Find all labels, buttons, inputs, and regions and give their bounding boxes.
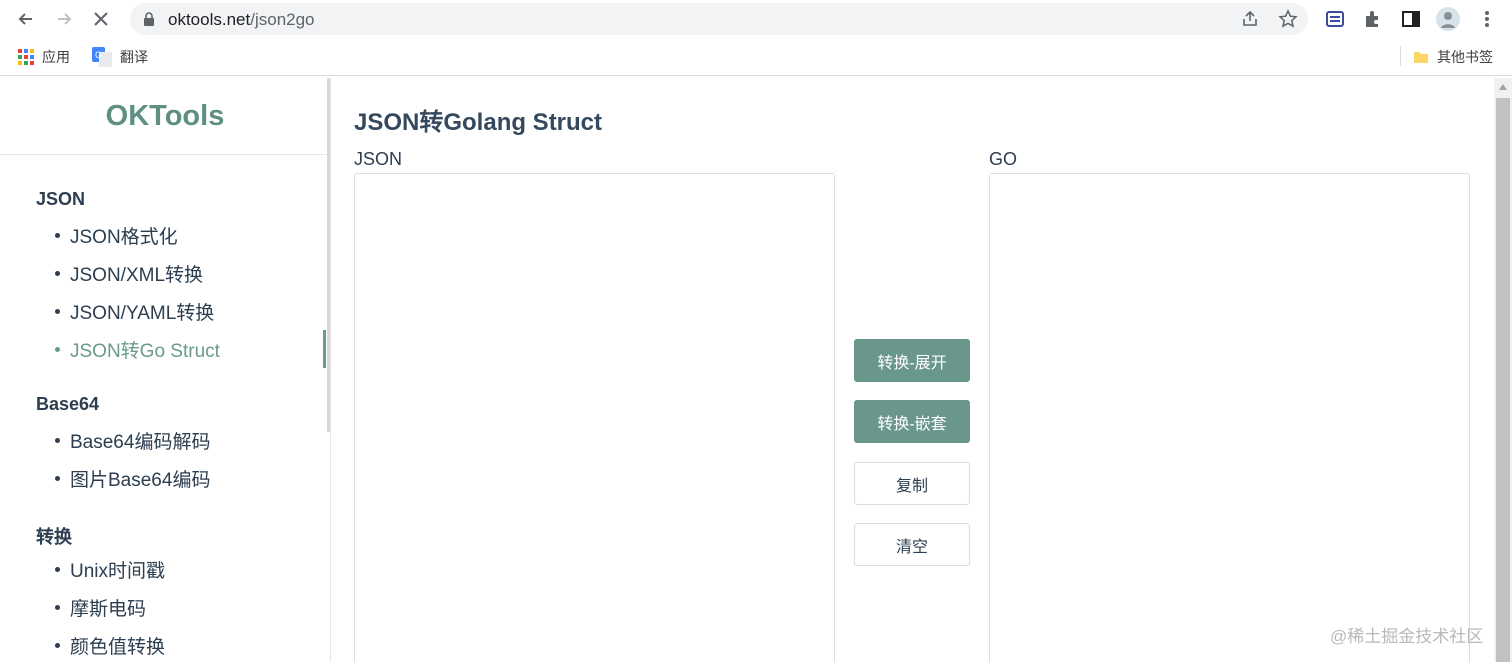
menu-list-base64: Base64编码解码 图片Base64编码 [36, 421, 330, 497]
menu-list-convert: Unix时间戳 摩斯电码 颜色值转换 [36, 550, 330, 662]
url-host: oktools.net [168, 10, 251, 29]
sidebar-item-label: Base64编码解码 [70, 431, 211, 453]
sidebar-item-label: JSON格式化 [70, 226, 178, 248]
sidebar-item-json-xml[interactable]: JSON/XML转换 [0, 254, 330, 292]
page-scrollbar[interactable] [1494, 78, 1512, 662]
profile-avatar[interactable] [1436, 7, 1460, 31]
watermark: @稀土掘金技术社区 [1330, 627, 1484, 646]
bullet [55, 605, 60, 610]
bullet [55, 476, 60, 481]
copy-button[interactable]: 复制 [854, 462, 970, 505]
menu-group-base64: Base64 [36, 394, 100, 414]
sidebar-item-json-go-struct[interactable]: JSON转Go Struct [0, 330, 330, 368]
lock-icon [144, 12, 154, 26]
google-translate-icon: G [92, 47, 112, 67]
sidebar-item-label: 颜色值转换 [70, 636, 166, 658]
menu-list-json: JSON格式化 JSON/XML转换 JSON/YAML转换 JSON转Go S… [36, 216, 330, 368]
bookmark-label: 其他书签 [1437, 49, 1493, 65]
apps-grid-icon [18, 49, 34, 65]
main-content: JSON转Golang Struct JSON 转换-展开 转换-嵌套 复制 清… [331, 78, 1493, 662]
back-button[interactable] [13, 6, 39, 32]
sidebar: OKTools JSON JSON格式化 JSON/XML转换 JSON/YAM… [0, 78, 331, 662]
bullet [55, 309, 60, 314]
svg-text:G: G [95, 50, 102, 60]
bullet [55, 233, 60, 238]
bookmark-apps[interactable]: 应用 [18, 46, 70, 68]
browser-toolbar: oktools.net/json2go [0, 0, 1512, 38]
star-icon[interactable] [1278, 9, 1298, 29]
bullet [55, 567, 60, 572]
folder-icon [1414, 52, 1428, 63]
extensions-puzzle-icon[interactable] [1361, 7, 1385, 31]
go-output[interactable] [989, 173, 1470, 662]
reading-list-icon[interactable] [1323, 7, 1347, 31]
logo-area: OKTools [0, 78, 330, 155]
go-label: GO [989, 149, 1018, 169]
bookmark-label: 翻译 [120, 49, 148, 65]
convert-nested-button[interactable]: 转换-嵌套 [854, 400, 970, 443]
sidebar-item-json-format[interactable]: JSON格式化 [0, 216, 330, 254]
scroll-up-arrow-icon[interactable] [1499, 84, 1507, 90]
sidebar-item-base64-codec[interactable]: Base64编码解码 [0, 421, 330, 459]
sidebar-item-label: JSON转Go Struct [70, 340, 220, 362]
arrow-left-icon [18, 13, 32, 25]
site-logo[interactable]: OKTools [106, 100, 225, 133]
side-panel-icon[interactable] [1399, 7, 1423, 31]
sidebar-scrollbar[interactable] [327, 78, 330, 432]
sidebar-item-color-convert[interactable]: 颜色值转换 [0, 626, 330, 662]
json-label: JSON [354, 149, 403, 169]
json-input[interactable] [354, 173, 835, 662]
sidebar-item-image-base64[interactable]: 图片Base64编码 [0, 459, 330, 497]
sidebar-item-label: JSON/YAML转换 [70, 302, 215, 324]
convert-expand-button[interactable]: 转换-展开 [854, 339, 970, 382]
bookmark-other[interactable]: 其他书签 [1413, 46, 1493, 68]
bookmarks-bar: 应用 G 翻译 其他书签 [0, 38, 1512, 76]
sidebar-item-label: 图片Base64编码 [70, 469, 211, 491]
page-title: JSON转Golang Struct [354, 109, 603, 136]
scrollbar-thumb[interactable] [1496, 98, 1510, 662]
menu-group-json: JSON [36, 189, 86, 209]
bullet [55, 438, 60, 443]
bullet [55, 643, 60, 648]
more-menu-icon[interactable] [1475, 7, 1499, 31]
address-bar[interactable]: oktools.net/json2go [130, 3, 1308, 35]
sidebar-item-label: 摩斯电码 [70, 598, 147, 620]
menu-group-convert: 转换 [36, 527, 72, 547]
forward-button[interactable] [51, 6, 77, 32]
clear-button[interactable]: 清空 [854, 523, 970, 566]
sidebar-item-unix-timestamp[interactable]: Unix时间戳 [0, 550, 330, 588]
sidebar-item-morse-code[interactable]: 摩斯电码 [0, 588, 330, 626]
share-icon[interactable] [1240, 9, 1260, 29]
sidebar-item-label: JSON/XML转换 [70, 264, 204, 286]
sidebar-menu: JSON JSON格式化 JSON/XML转换 JSON/YAML转换 JSON… [0, 189, 330, 662]
sidebar-item-label: Unix时间戳 [70, 560, 166, 582]
bullet [55, 271, 60, 276]
bookmark-label: 应用 [42, 49, 70, 65]
bookmarks-separator [1400, 46, 1401, 66]
stop-loading-button[interactable] [88, 6, 114, 32]
url-text: oktools.net/json2go [168, 10, 315, 30]
close-icon [94, 12, 108, 26]
sidebar-item-json-yaml[interactable]: JSON/YAML转换 [0, 292, 330, 330]
bookmark-translate[interactable]: G 翻译 [92, 46, 148, 68]
bullet [55, 347, 60, 352]
url-path: /json2go [250, 10, 315, 29]
arrow-right-icon [58, 13, 72, 25]
